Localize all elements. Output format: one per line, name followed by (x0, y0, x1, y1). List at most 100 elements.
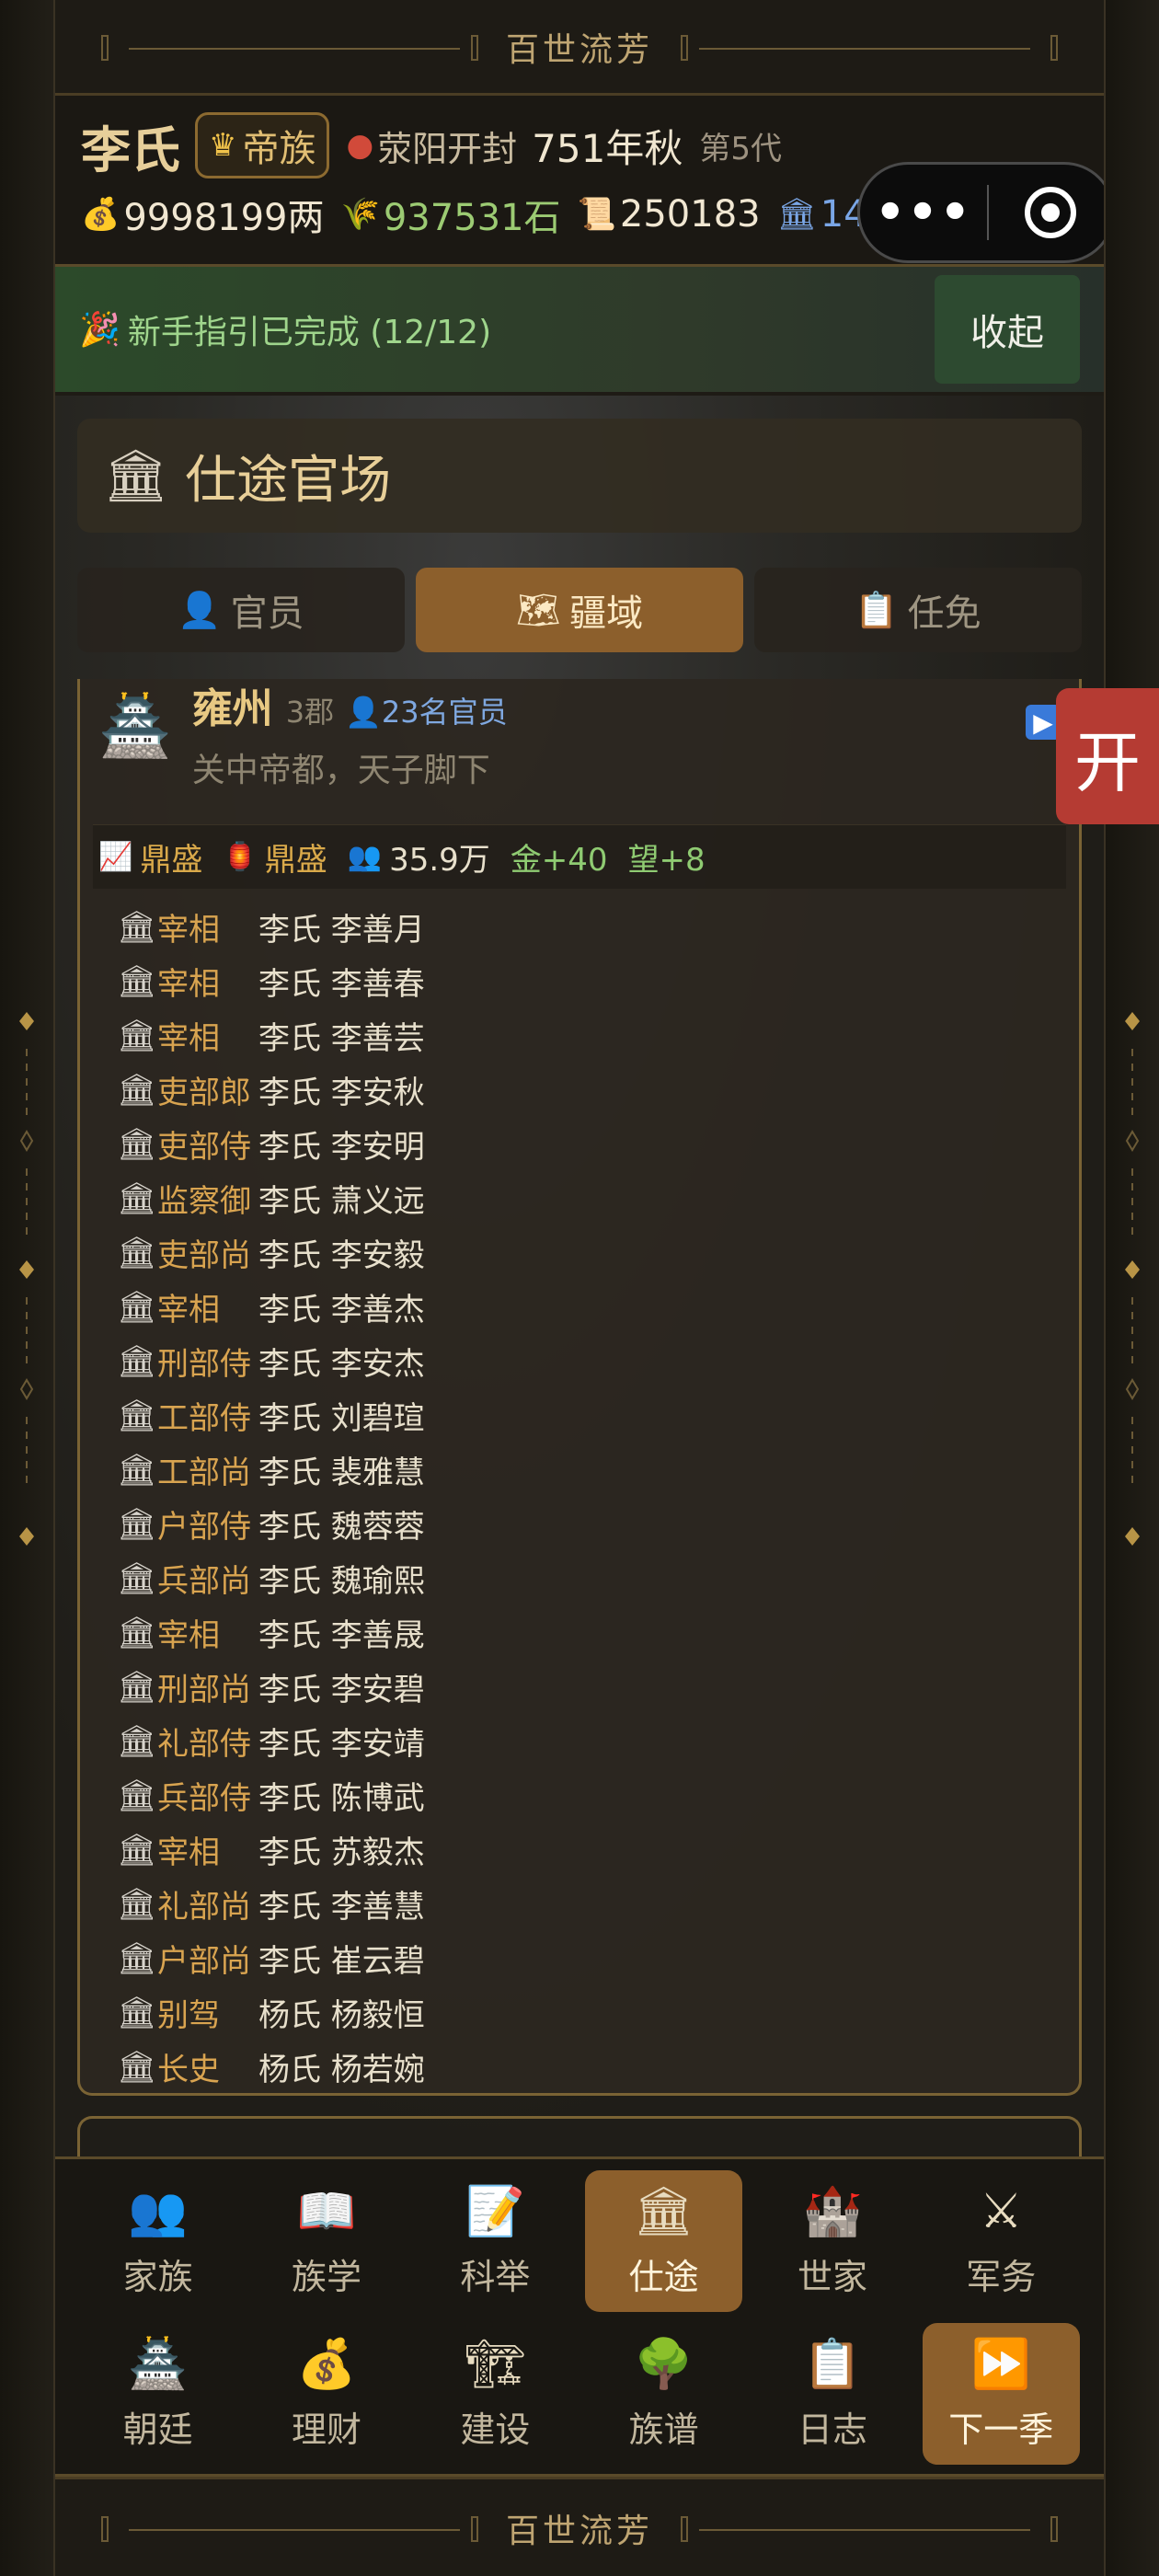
nav-label: 世家 (797, 2257, 867, 2297)
court-icon: 🏛 (117, 1831, 157, 1869)
official-name: 李氏 陈博武 (258, 1780, 425, 1817)
official-name: 李氏 李善杰 (258, 1292, 425, 1328)
official-row[interactable]: 🏛 宰相 李氏 李善晟 (117, 1605, 1079, 1660)
official-row[interactable]: 🏛 吏部尚 李氏 李安毅 (117, 1225, 1079, 1280)
official-row[interactable]: 🏛 礼部侍 李氏 李安靖 (117, 1714, 1079, 1768)
more-menu-button[interactable]: ••• (860, 185, 987, 240)
nav-item-swords[interactable]: ⚔ 军务 (923, 2170, 1080, 2312)
official-name: 李氏 崔云碧 (258, 1943, 425, 1980)
official-name: 李氏 魏蓉蓉 (258, 1509, 425, 1546)
official-row[interactable]: 🏛 户部侍 李氏 魏蓉蓉 (117, 1497, 1079, 1551)
officials-count-value: 23名官员 (381, 695, 508, 730)
official-title: 宰相 (157, 1617, 220, 1654)
target-icon (1024, 187, 1076, 238)
official-row[interactable]: 🏛 刑部尚 李氏 李安碧 (117, 1660, 1079, 1714)
nav-label: 下一季 (948, 2409, 1054, 2450)
official-row[interactable]: 🏛 吏部侍 李氏 李安明 (117, 1117, 1079, 1171)
palace-icon: 🏯 (128, 2337, 189, 2392)
nav-item-clipboard[interactable]: 📋 日志 (753, 2323, 911, 2465)
nav-item-moneybag[interactable]: 💰 理财 (247, 2323, 405, 2465)
official-row[interactable]: 🏛 兵部尚 李氏 魏瑜熙 (117, 1551, 1079, 1605)
tab-officials[interactable]: 👤 官员 (77, 568, 405, 652)
official-row[interactable]: 🏛 兵部侍 李氏 陈博武 (117, 1768, 1079, 1823)
official-row[interactable]: 🏛 监察御 李氏 萧义远 (117, 1171, 1079, 1225)
castle-icon: 🏰 (802, 2184, 863, 2239)
official-name: 杨氏 杨毅恒 (258, 1997, 425, 2034)
court-icon: 🏛 (117, 1885, 157, 1923)
nav-row-2: 🏯 朝廷 💰 理财 🏗 建设 🌳 族谱 📋 日志 ⏩ 下一季 (74, 2317, 1085, 2470)
banner-cap-mid-left (471, 35, 478, 61)
banner-cap-left (101, 2516, 109, 2542)
official-row[interactable]: 🏛 工部侍 李氏 刘碧瑄 (117, 1388, 1079, 1443)
province-card: 🏯 雍州 3郡 👤23名官员 关中帝都，天子脚下 ▶ 📈 鼎盛 🏮 鼎盛 👥 3… (77, 679, 1082, 2096)
official-name: 李氏 李善月 (258, 912, 425, 949)
crane-icon: 🏗 (465, 2337, 526, 2392)
trend-chart-icon: 📈 (98, 841, 133, 873)
official-row[interactable]: 🏛 别驾 杨氏 杨毅恒 (117, 1985, 1079, 2040)
tutorial-status: 新手指引已完成 (12/12) (127, 314, 492, 351)
official-row[interactable]: 🏛 礼部尚 李氏 李善慧 (117, 1877, 1079, 1931)
nav-item-fast-forward[interactable]: ⏩ 下一季 (922, 2323, 1080, 2465)
official-name: 李氏 李安杰 (258, 1346, 425, 1383)
nav-item-crane[interactable]: 🏗 建设 (417, 2323, 574, 2465)
official-row[interactable]: 🏛 吏部郎 李氏 李安秋 (117, 1063, 1079, 1117)
nav-item-palace[interactable]: 🏯 朝廷 (79, 2323, 236, 2465)
close-miniprogram-button[interactable] (989, 187, 1104, 238)
official-title: 工部侍 (157, 1400, 251, 1437)
nav-label: 族学 (291, 2257, 361, 2297)
nav-item-book[interactable]: 📖 族学 (247, 2170, 405, 2312)
official-name: 李氏 魏瑜熙 (258, 1563, 425, 1600)
money-bag-icon: 💰 (81, 196, 120, 233)
tab-appointments-label: 任免 (907, 592, 981, 635)
official-title: 别驾 (157, 1997, 220, 2034)
official-row[interactable]: 🏛 宰相 李氏 李善芸 (117, 1008, 1079, 1063)
official-name: 李氏 李安碧 (258, 1672, 425, 1708)
court-icon: 🏛 (117, 962, 157, 1000)
nav-item-tree[interactable]: 🌳 族谱 (585, 2323, 742, 2465)
people-icon: 👥 (347, 841, 383, 873)
collapse-button[interactable]: 收起 (935, 275, 1080, 384)
court-icon: 🏛 (117, 1342, 157, 1380)
province-header[interactable]: 🏯 雍州 3郡 👤23名官员 关中帝都，天子脚下 ▶ (80, 679, 1079, 824)
nav-item-castle[interactable]: 🏰 世家 (753, 2170, 911, 2312)
nav-item-exam[interactable]: 📝 科举 (417, 2170, 574, 2312)
game-title: 百世流芳 (485, 22, 673, 71)
official-row[interactable]: 🏛 宰相 李氏 李善月 (117, 900, 1079, 954)
province-description: 关中帝都，天子脚下 (191, 752, 490, 789)
official-row[interactable]: 🏛 刑部侍 李氏 李安杰 (117, 1334, 1079, 1388)
tab-appointments[interactable]: 📋 任免 (754, 568, 1082, 652)
fast-forward-icon: ⏩ (970, 2337, 1031, 2392)
left-frame (0, 0, 55, 2576)
official-row[interactable]: 🏛 户部尚 李氏 崔云碧 (117, 1931, 1079, 1985)
official-title: 宰相 (157, 966, 220, 1003)
court-icon: 🏛 (117, 1994, 157, 2031)
official-row[interactable]: 🏛 工部尚 李氏 裴雅慧 (117, 1443, 1079, 1497)
lantern-icon: 🏮 (223, 841, 258, 873)
official-title: 刑部侍 (157, 1346, 251, 1383)
rank-badge-label: 帝族 (242, 128, 316, 170)
family-icon: 👥 (128, 2184, 189, 2239)
nav-item-family[interactable]: 👥 家族 (79, 2170, 236, 2312)
banner-cap-right (1050, 35, 1058, 61)
nav-row-1: 👥 家族 📖 族学 📝 科举 🏛 仕途 🏰 世家 ⚔ 军务 (74, 2165, 1085, 2317)
official-row[interactable]: 🏛 宰相 李氏 苏毅杰 (117, 1823, 1079, 1877)
exam-icon: 📝 (465, 2184, 525, 2239)
official-row[interactable]: 🏛 宰相 李氏 李善杰 (117, 1280, 1079, 1334)
official-title: 宰相 (157, 1292, 220, 1328)
tab-territory[interactable]: 🗺 疆域 (416, 568, 743, 652)
party-popper-icon: 🎉 (79, 311, 120, 349)
official-title: 工部尚 (157, 1455, 251, 1491)
official-title: 兵部尚 (157, 1563, 251, 1600)
rank-badge: ♛ 帝族 (195, 112, 330, 178)
official-row[interactable]: 🏛 宰相 李氏 李善春 (117, 954, 1079, 1008)
open-float-button[interactable]: 开 (1056, 688, 1159, 824)
official-name: 李氏 李安秋 (258, 1075, 425, 1111)
official-row[interactable]: 🏛 长史 杨氏 杨若婉 (117, 2040, 1079, 2094)
page-title: 仕途官场 (185, 450, 392, 511)
population-value: 35.9万 (389, 842, 490, 879)
official-title: 宰相 (157, 1020, 220, 1057)
current-year: 751年秋 (532, 125, 683, 171)
official-name: 李氏 李安明 (258, 1129, 425, 1166)
nav-item-court[interactable]: 🏛 仕途 (584, 2170, 743, 2312)
official-title: 吏部郎 (157, 1075, 251, 1111)
